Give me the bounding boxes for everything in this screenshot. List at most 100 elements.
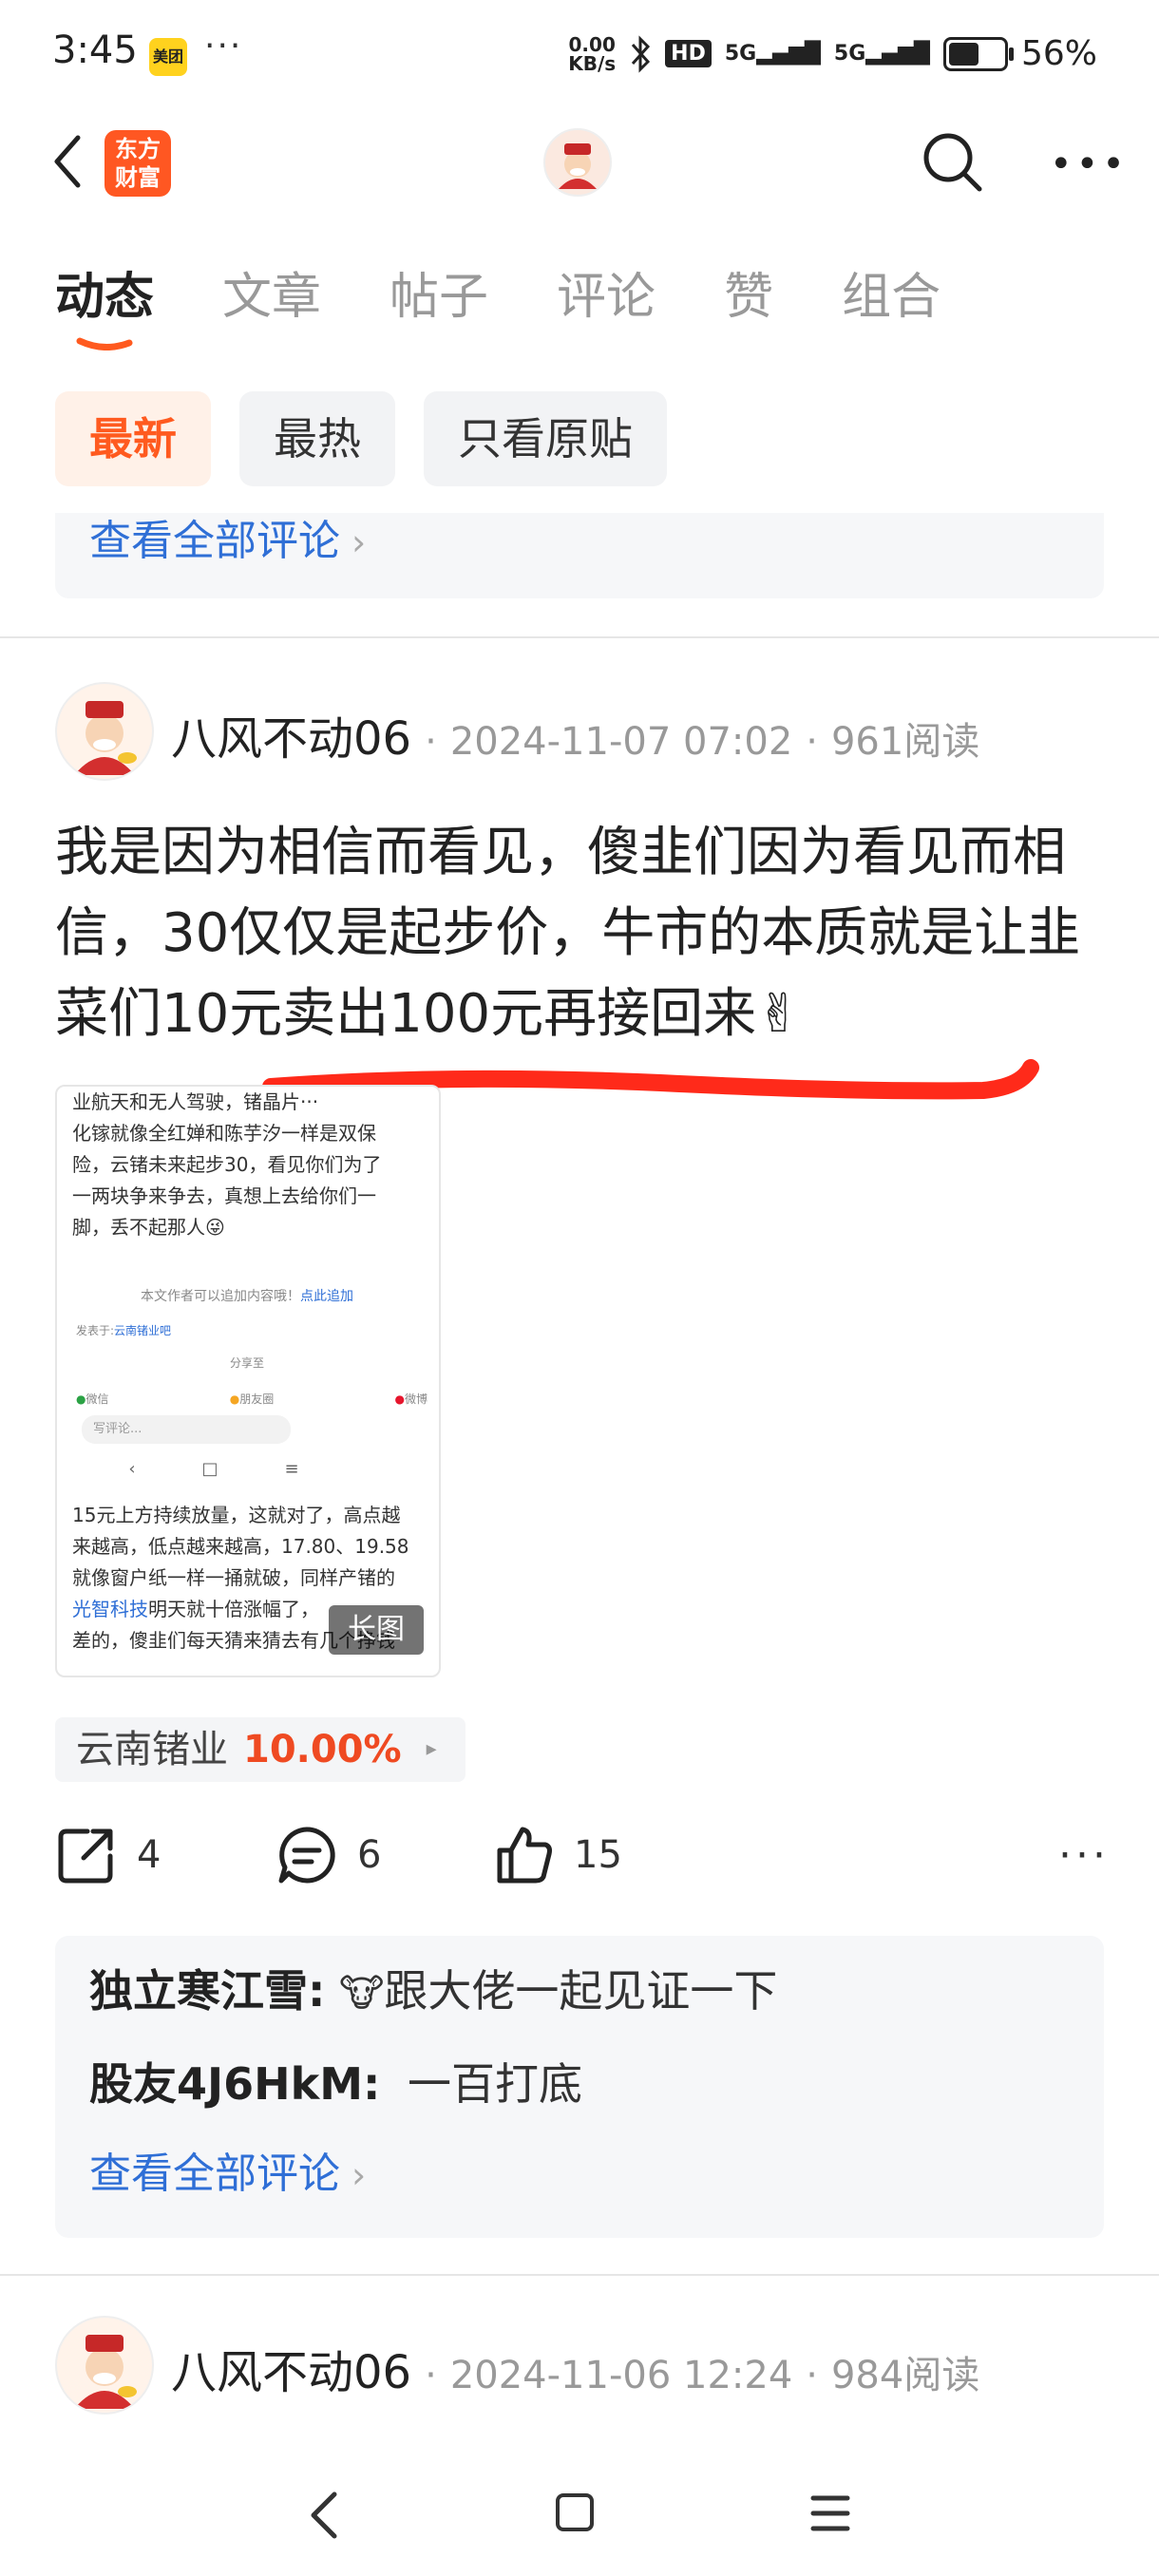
header-avatar[interactable] [543, 128, 612, 197]
comment-user[interactable]: 独立寒江雪: [89, 1965, 325, 2017]
signal-icon-1: 5G▂▄▆█ [724, 42, 821, 66]
post-more-icon[interactable]: ··· [1058, 1831, 1110, 1880]
search-icon[interactable] [919, 128, 985, 195]
post-meta-row: 八风不动06 · 2024-11-07 07:02 · 961阅读 [171, 701, 979, 767]
app-logo[interactable]: 东方 财富 [104, 130, 171, 197]
thumb-line: 脚，丢不起那人😜 [72, 1216, 225, 1239]
thumb-line: 险，云锗未来起步30，看见你们为了 [72, 1153, 382, 1176]
caishen-avatar-icon [559, 143, 597, 189]
next-author-avatar[interactable] [55, 2316, 154, 2415]
thumb-share-label: 分享至 [229, 1356, 264, 1370]
share-button[interactable]: 4 [55, 1824, 161, 1886]
filter-hottest[interactable]: 最热 [239, 391, 395, 486]
meta-separator: · [806, 720, 818, 764]
caishen-avatar-icon [74, 2335, 137, 2409]
nav-home-icon[interactable] [556, 2493, 594, 2531]
meta-separator: · [806, 2354, 818, 2397]
posted-in-label: 发表于: [76, 1324, 115, 1337]
next-post-meta-row: 八风不动06 · 2024-11-06 12:24 · 984阅读 [171, 2335, 979, 2401]
battery-icon [942, 36, 1014, 71]
next-post-date: 2024-11-06 12:24 [449, 2354, 793, 2397]
status-bar: 3:45 美团 ··· 0.00 KB/s HD 5G▂▄▆█ 5G▂▄▆█ 5… [0, 0, 1159, 104]
status-more-notifications: ··· [204, 27, 243, 66]
post-divider [0, 636, 1159, 638]
append-note: 本文作者可以追加内容哦！ [141, 1289, 300, 1304]
comment-user[interactable]: 股友4J6HkM: [89, 2058, 380, 2110]
back-arrow-icon[interactable] [46, 128, 91, 195]
tab-likes[interactable]: 赞 [724, 256, 773, 328]
nav-menu-icon[interactable] [809, 2491, 851, 2536]
logo-line2: 财富 [115, 164, 161, 191]
filter-latest[interactable]: 最新 [55, 391, 211, 486]
thumb-posted-in: 发表于:云南锗业吧 [76, 1322, 171, 1338]
thumb-stock-link: 光智科技 [72, 1598, 148, 1620]
stock-tag[interactable]: 云南锗业 10.00% ▸ [55, 1717, 466, 1782]
tab-dynamics[interactable]: 动态 [55, 256, 154, 328]
share-count: 4 [137, 1833, 162, 1877]
next-author-name[interactable]: 八风不动06 [171, 2335, 411, 2401]
chevron-right-icon: › [352, 521, 367, 563]
post-date: 2024-11-07 07:02 [449, 720, 793, 764]
post-long-image[interactable]: 业航天和无人驾驶，锗晶片··· 化镓就像全红婵和陈芋汐一样是双保 险，云锗未来起… [55, 1085, 441, 1677]
net-speed-value: 0.00 [568, 32, 616, 56]
stock-change: 10.00% [243, 1728, 402, 1771]
wechat-label: 微信 [86, 1392, 109, 1406]
thumbs-up-icon [497, 1827, 552, 1884]
thumb-comment-input: 写评论... [82, 1415, 291, 1444]
view-all-comments-link-prev[interactable]: 查看全部评论 › [89, 513, 366, 578]
meta-separator: · [425, 2354, 437, 2397]
tab-comments[interactable]: 评论 [557, 256, 656, 328]
emoji-sticker-icon: 🐮 [339, 1972, 385, 2016]
comment-text: 跟大佬一起见证一下 [384, 1965, 778, 2017]
thumb-share-row: ●微信 ●朋友圈 ●微博 [76, 1391, 428, 1407]
system-nav-bar [0, 2451, 1159, 2576]
stock-name: 云南锗业 [76, 1728, 228, 1771]
meta-separator: · [425, 720, 437, 764]
comment-count: 6 [357, 1833, 382, 1877]
status-time: 3:45 [52, 28, 138, 72]
profile-tabs: 动态 文章 帖子 评论 赞 组合 [55, 256, 940, 328]
post-content[interactable]: 我是因为相信而看见，傻韭们因为看见而相信，30仅仅是起步价，牛市的本质就是让韭菜… [55, 812, 1110, 1054]
weibo-label: 微博 [404, 1392, 428, 1406]
thumb-text-top: 业航天和无人驾驶，锗晶片··· 化镓就像全红婵和陈芋汐一样是双保 险，云锗未来起… [72, 1087, 424, 1243]
tab-posts[interactable]: 帖子 [390, 256, 488, 328]
comment-item[interactable]: 股友4J6HkM: 一百打底 [89, 2050, 582, 2112]
author-name[interactable]: 八风不动06 [171, 701, 411, 767]
view-all-comments-link[interactable]: 查看全部评论 › [89, 2139, 366, 2200]
append-link: 点此追加 [300, 1289, 353, 1304]
bluetooth-icon [632, 34, 651, 73]
more-options-icon[interactable]: ••• [1050, 142, 1129, 186]
thumb-share-wechat: ●微信 [76, 1392, 109, 1406]
stock-arrow-icon: ▸ [426, 1737, 437, 1761]
comment-button[interactable]: 6 [276, 1824, 381, 1886]
previous-comments-box: 查看全部评论 › [55, 513, 1104, 598]
thumb-line: 业航天和无人驾驶，锗晶片··· [72, 1090, 319, 1113]
battery-level [948, 42, 978, 66]
long-image-badge: 长图 [329, 1605, 424, 1655]
filter-original-only[interactable]: 只看原贴 [424, 391, 667, 486]
tab-portfolio[interactable]: 组合 [842, 256, 940, 328]
next-post-reads: 984阅读 [830, 2354, 980, 2397]
filter-chips: 最新 最热 只看原贴 [55, 391, 667, 486]
author-avatar[interactable] [55, 682, 154, 781]
comments-preview: 独立寒江雪: 🐮跟大佬一起见证一下 股友4J6HkM: 一百打底 查看全部评论 › [55, 1936, 1104, 2238]
thumb-line-rest: 明天就十倍涨幅了， [148, 1598, 319, 1620]
thumb-line: 化镓就像全红婵和陈芋汐一样是双保 [72, 1122, 376, 1145]
thumb-share-moments: ●朋友圈 [229, 1392, 275, 1406]
nav-back-icon[interactable] [302, 2487, 350, 2544]
meituan-notification-icon: 美团 [149, 38, 187, 76]
signal-icon-2: 5G▂▄▆█ [833, 42, 930, 66]
thumb-share-weibo: ●微博 [394, 1392, 428, 1406]
comment-text: 一百打底 [408, 2058, 583, 2110]
tab-articles[interactable]: 文章 [222, 256, 321, 328]
status-right-group: 0.00 KB/s HD 5G▂▄▆█ 5G▂▄▆█ 56% [568, 34, 1097, 73]
signal-2-label: 5G [833, 42, 866, 66]
net-speed: 0.00 KB/s [568, 35, 616, 73]
like-button[interactable]: 15 [492, 1824, 622, 1886]
thumb-line: 15元上方持续放量，这就对了，高点越 [72, 1504, 401, 1526]
share-icon [58, 1828, 113, 1884]
comment-icon [278, 1827, 335, 1884]
thumb-line: 就像窗户纸一样一捅就破，同样产锗的 [72, 1566, 395, 1589]
signal-1-label: 5G [724, 42, 757, 66]
comment-item[interactable]: 独立寒江雪: 🐮跟大佬一起见证一下 [89, 1957, 777, 2019]
